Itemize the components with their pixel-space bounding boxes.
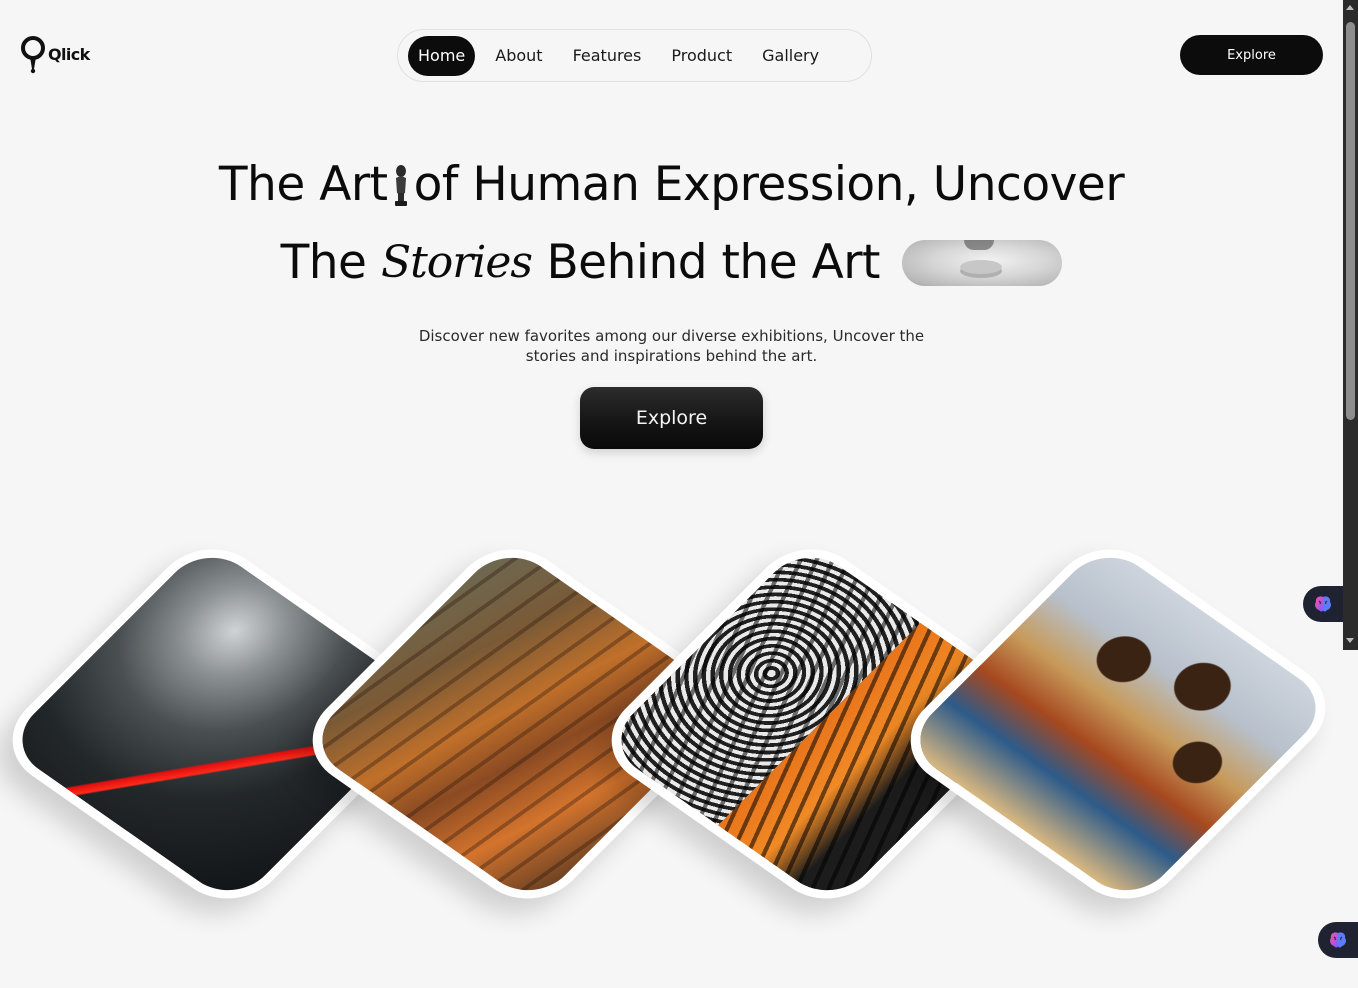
header-explore-button[interactable]: Explore: [1180, 35, 1323, 75]
map-pin-logo-icon: [21, 36, 45, 74]
brand-logo[interactable]: Qlick: [20, 36, 90, 74]
main-nav: Home About Features Product Gallery: [397, 29, 872, 82]
headline-text: Behind the Art: [546, 235, 880, 290]
nav-features[interactable]: Features: [563, 36, 652, 76]
assistant-bubble[interactable]: [1303, 586, 1343, 622]
nav-product[interactable]: Product: [661, 36, 742, 76]
scroll-down-arrow-icon[interactable]: [1346, 638, 1354, 643]
scroll-thumb[interactable]: [1346, 22, 1355, 420]
assistant-bubble[interactable]: [1318, 922, 1358, 958]
nav-about[interactable]: About: [485, 36, 552, 76]
sculpture-face-image: [902, 239, 1063, 286]
nav-gallery[interactable]: Gallery: [752, 36, 829, 76]
subtitle-line: Discover new favorites among our diverse…: [418, 327, 925, 345]
brain-icon: [1315, 596, 1331, 612]
headline-text: The Art: [218, 157, 388, 212]
hero-subtitle: Discover new favorites among our diverse…: [0, 326, 1343, 366]
brain-icon: [1330, 932, 1346, 948]
statue-icon: [394, 164, 407, 206]
gallery-card-4[interactable]: [887, 530, 1349, 918]
scroll-up-arrow-icon[interactable]: [1346, 5, 1354, 10]
gallery-image: [901, 541, 1335, 907]
subtitle-line: stories and inspirations behind the art.: [525, 347, 818, 365]
hero-explore-button[interactable]: Explore: [580, 387, 763, 449]
headline-text: of Human Expression, Uncover: [413, 157, 1125, 212]
hero-headline-line-2: The Stories Behind the Art: [0, 232, 1343, 290]
hero-headline-line-1: The Art of Human Expression, Uncover: [0, 154, 1343, 212]
headline-script-word: Stories: [380, 237, 533, 288]
page-scrollbar[interactable]: [1343, 0, 1358, 650]
nav-home[interactable]: Home: [408, 35, 476, 76]
headline-text: The: [280, 235, 367, 290]
brand-name: Qlick: [48, 44, 90, 64]
